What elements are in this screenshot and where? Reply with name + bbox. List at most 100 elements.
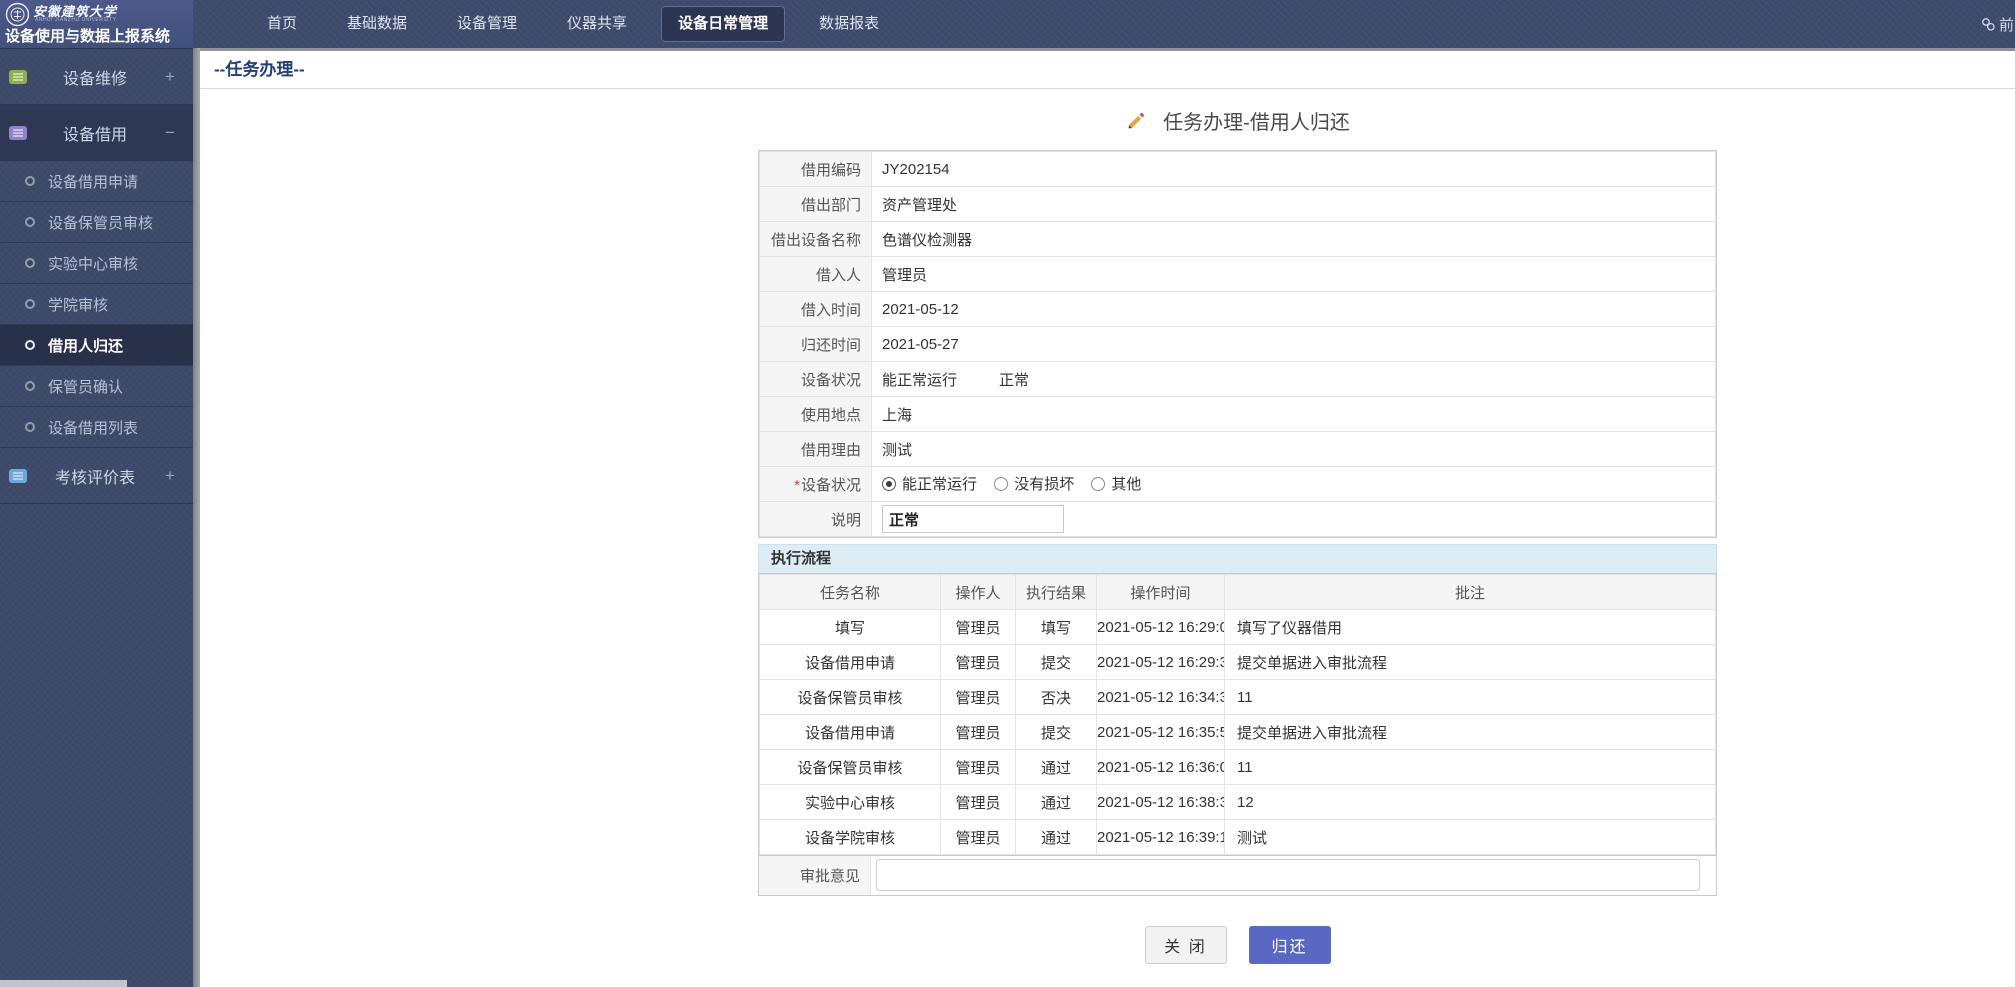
top-navbar: 安徽建筑大学 ANHUI JIANZHU UNIVERSITY 设备使用与数据上… (0, 0, 2015, 48)
radio-icon[interactable] (882, 477, 896, 491)
radio-option-normal-operation[interactable]: 能正常运行 (882, 473, 977, 494)
table-row: *设备状况 能正常运行 没有损坏 (760, 467, 1716, 502)
process-flow-section-header: 执行流程 (758, 544, 1717, 573)
column-header: 执行结果 (1016, 575, 1097, 610)
sidebar-item-custodian-confirm[interactable]: 保管员确认 (0, 366, 193, 407)
radio-label: 没有损坏 (1014, 473, 1074, 494)
sidebar-item-label: 设备借用申请 (48, 171, 138, 192)
system-title: 设备使用与数据上报系统 (5, 25, 170, 46)
bullet-icon (25, 217, 35, 227)
expand-plus-icon[interactable]: + (163, 466, 177, 486)
device-condition-radio-group: 能正常运行 没有损坏 其他 (872, 467, 1716, 502)
sidebar: 设备维修 + 设备借用 − 设备借用申请 设备保管员审核 实验中心审核 (0, 48, 193, 987)
table-row: 使用地点 上海 (760, 397, 1716, 432)
field-value-borrower: 管理员 (872, 257, 1716, 292)
field-label: 借出部门 (760, 187, 872, 222)
expand-plus-icon[interactable]: + (163, 67, 177, 87)
bullet-icon (25, 258, 35, 268)
list-icon-blue (9, 469, 27, 483)
logo-block: 安徽建筑大学 ANHUI JIANZHU UNIVERSITY 设备使用与数据上… (0, 0, 193, 48)
sidebar-vertical-scrollbar[interactable] (193, 48, 200, 987)
task-form: 任务办理-借用人归还 借用编码 JY202154 借出部门 资产管理处 借出设备… (758, 89, 1717, 964)
sidebar-item-borrow-list[interactable]: 设备借用列表 (0, 407, 193, 448)
table-row: 说明 (760, 502, 1716, 537)
field-label: 设备状况 (760, 362, 872, 397)
nav-item-basic-data[interactable]: 基础数据 (322, 0, 432, 48)
bullet-icon (25, 340, 35, 350)
sidebar-item-custodian-review[interactable]: 设备保管员审核 (0, 202, 193, 243)
nav-item-daily-mgmt-active[interactable]: 设备日常管理 (661, 6, 785, 42)
sidebar-group-label: 设备借用 (27, 121, 163, 145)
sidebar-item-label: 学院审核 (48, 294, 108, 315)
sidebar-item-borrow-apply[interactable]: 设备借用申请 (0, 161, 193, 202)
sidebar-horizontal-scrollbar[interactable] (0, 980, 127, 987)
sidebar-item-lab-center-review[interactable]: 实验中心审核 (0, 243, 193, 284)
table-row: 归还时间 2021-05-27 (760, 327, 1716, 362)
field-value-use-location: 上海 (872, 397, 1716, 432)
field-label: 借用理由 (760, 432, 872, 467)
return-button[interactable]: 归还 (1249, 926, 1331, 964)
table-row: 借入人 管理员 (760, 257, 1716, 292)
column-header: 操作时间 (1097, 575, 1225, 610)
field-label: 借出设备名称 (760, 222, 872, 257)
table-row: 借用理由 测试 (760, 432, 1716, 467)
table-row: 实验中心审核 管理员 通过 2021-05-12 16:38:36 12 (760, 785, 1716, 820)
sidebar-group-label: 设备维修 (27, 65, 163, 89)
nav-item-equipment-mgmt[interactable]: 设备管理 (432, 0, 542, 48)
note-cell (872, 502, 1716, 537)
front-site-link[interactable]: 前 (1981, 14, 2015, 34)
table-row: 借用编码 JY202154 (760, 152, 1716, 187)
sidebar-item-label: 实验中心审核 (48, 253, 138, 274)
nav-item-data-report[interactable]: 数据报表 (794, 0, 904, 48)
radio-icon[interactable] (1091, 477, 1105, 491)
pencil-icon (1125, 110, 1147, 132)
nav-item-home[interactable]: 首页 (242, 0, 322, 48)
sidebar-group-assessment[interactable]: 考核评价表 + (0, 448, 193, 504)
sidebar-item-college-review[interactable]: 学院审核 (0, 284, 193, 325)
list-icon-purple (9, 126, 27, 140)
university-seal-icon (5, 2, 30, 27)
field-value-borrow-code: JY202154 (872, 152, 1716, 187)
field-value-return-date: 2021-05-27 (872, 327, 1716, 362)
field-label: 借入人 (760, 257, 872, 292)
sidebar-item-label: 设备保管员审核 (48, 212, 153, 233)
sidebar-group-equipment-repair[interactable]: 设备维修 + (0, 49, 193, 105)
bullet-icon (25, 422, 35, 432)
university-name-en: ANHUI JIANZHU UNIVERSITY (35, 17, 116, 23)
close-button[interactable]: 关 闭 (1145, 926, 1227, 964)
field-label: 借用编码 (760, 152, 872, 187)
radio-option-other[interactable]: 其他 (1091, 473, 1141, 494)
borrow-info-table: 借用编码 JY202154 借出部门 资产管理处 借出设备名称 色谱仪检测器 借… (758, 150, 1717, 538)
field-value-device-condition: 能正常运行正常 (872, 362, 1716, 397)
bullet-icon (25, 176, 35, 186)
sidebar-item-label: 借用人归还 (48, 335, 123, 356)
required-asterisk: * (794, 477, 800, 494)
field-value-device-name: 色谱仪检测器 (872, 222, 1716, 257)
action-buttons: 关 闭 归还 (758, 926, 1717, 964)
approval-opinion-label: 审批意见 (759, 856, 871, 895)
column-header: 操作人 (941, 575, 1016, 610)
page-title: --任务办理-- (200, 51, 2015, 89)
approval-opinion-input[interactable] (876, 859, 1700, 891)
note-input[interactable] (882, 505, 1064, 533)
column-header: 批注 (1225, 575, 1716, 610)
radio-icon[interactable] (994, 477, 1008, 491)
field-label: 使用地点 (760, 397, 872, 432)
sidebar-group-equipment-borrow[interactable]: 设备借用 − (0, 105, 193, 161)
form-title: 任务办理-借用人归还 (758, 89, 1717, 150)
nav-item-instrument-share[interactable]: 仪器共享 (542, 0, 652, 48)
page: 安徽建筑大学 ANHUI JIANZHU UNIVERSITY 设备使用与数据上… (0, 0, 2015, 987)
table-row: 借入时间 2021-05-12 (760, 292, 1716, 327)
table-row: 借出部门 资产管理处 (760, 187, 1716, 222)
table-row: 设备学院审核 管理员 通过 2021-05-12 16:39:15 测试 (760, 820, 1716, 855)
table-row: 设备借用申请 管理员 提交 2021-05-12 16:35:56 提交单据进入… (760, 715, 1716, 750)
sidebar-group-label: 考核评价表 (27, 464, 163, 488)
form-title-text: 任务办理-借用人归还 (1163, 106, 1350, 135)
sidebar-item-label: 设备借用列表 (48, 417, 138, 438)
collapse-minus-icon[interactable]: − (163, 123, 177, 143)
radio-option-no-damage[interactable]: 没有损坏 (994, 473, 1074, 494)
sidebar-item-borrower-return-active[interactable]: 借用人归还 (0, 325, 193, 366)
field-label: 说明 (760, 502, 872, 537)
column-header: 任务名称 (760, 575, 941, 610)
field-label: 归还时间 (760, 327, 872, 362)
